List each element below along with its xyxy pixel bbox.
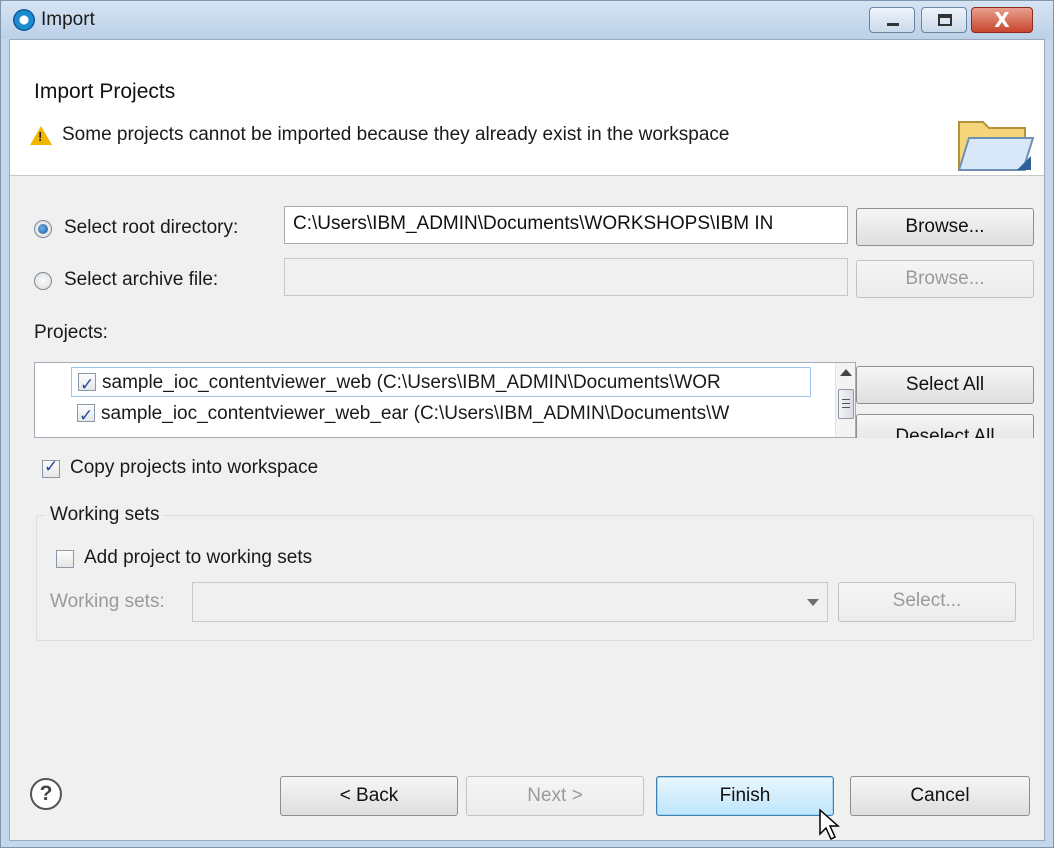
maximize-button[interactable] xyxy=(921,7,967,33)
dialog-content: Import Projects Some projects cannot be … xyxy=(9,39,1045,841)
root-directory-radio[interactable] xyxy=(34,220,52,238)
mouse-pointer-icon xyxy=(819,808,840,841)
browse-archive-button[interactable]: Browse... xyxy=(856,260,1034,298)
copy-projects-label[interactable]: Copy projects into workspace xyxy=(70,457,318,479)
select-working-sets-button[interactable]: Select... xyxy=(838,582,1016,622)
working-sets-group xyxy=(36,515,1034,641)
window-title: Import xyxy=(41,9,95,30)
warning-triangle-icon xyxy=(30,126,52,145)
project-checkbox[interactable] xyxy=(78,370,96,396)
cancel-button[interactable]: Cancel xyxy=(850,776,1030,816)
add-to-working-sets-checkbox[interactable] xyxy=(56,550,74,568)
close-icon: X xyxy=(994,8,1010,32)
minimize-button[interactable] xyxy=(869,7,915,33)
root-directory-input[interactable]: C:\Users\IBM_ADMIN\Documents\WORKSHOPS\I… xyxy=(284,206,848,244)
browse-root-button[interactable]: Browse... xyxy=(856,208,1034,246)
eclipse-app-icon xyxy=(13,9,35,31)
deselect-all-clip: Deselect All xyxy=(856,414,1034,438)
working-sets-combo[interactable] xyxy=(192,582,828,622)
working-sets-legend: Working sets xyxy=(46,504,164,526)
scroll-up-icon[interactable] xyxy=(840,369,852,376)
archive-file-input[interactable] xyxy=(284,258,848,296)
maximize-icon xyxy=(938,14,952,26)
project-label: sample_ioc_contentviewer_web_ear (C:\Use… xyxy=(101,403,730,424)
copy-projects-checkbox[interactable] xyxy=(42,457,60,478)
project-checkbox[interactable] xyxy=(77,401,95,429)
banner-message: Some projects cannot be imported because… xyxy=(62,124,730,145)
list-scrollbar[interactable] xyxy=(835,363,855,437)
chevron-down-icon xyxy=(807,599,819,606)
finish-button[interactable]: Finish xyxy=(656,776,834,816)
list-item[interactable]: sample_ioc_contentviewer_web_ear (C:\Use… xyxy=(71,399,811,429)
root-directory-label[interactable]: Select root directory: xyxy=(64,217,238,239)
import-dialog: Import X Import Projects Some projects c… xyxy=(0,0,1054,848)
minimize-icon xyxy=(887,23,899,26)
select-all-button[interactable]: Select All xyxy=(856,366,1034,404)
close-button[interactable]: X xyxy=(971,7,1033,33)
archive-file-label[interactable]: Select archive file: xyxy=(64,269,218,291)
folder-icon xyxy=(957,121,1035,171)
scroll-thumb[interactable] xyxy=(838,389,854,419)
projects-label: Projects: xyxy=(34,322,108,343)
add-to-working-sets-label[interactable]: Add project to working sets xyxy=(84,547,312,569)
title-bar[interactable]: Import X xyxy=(1,1,1053,39)
back-button[interactable]: < Back xyxy=(280,776,458,816)
projects-list[interactable]: sample_ioc_contentviewer_web (C:\Users\I… xyxy=(34,362,856,438)
deselect-all-button[interactable]: Deselect All xyxy=(856,414,1034,438)
page-title: Import Projects xyxy=(34,80,176,103)
working-sets-label: Working sets: xyxy=(50,591,165,612)
project-label: sample_ioc_contentviewer_web (C:\Users\I… xyxy=(102,372,721,393)
list-item[interactable]: sample_ioc_contentviewer_web (C:\Users\I… xyxy=(71,367,811,397)
next-button[interactable]: Next > xyxy=(466,776,644,816)
wizard-banner: Import Projects Some projects cannot be … xyxy=(10,40,1044,176)
help-icon[interactable]: ? xyxy=(30,778,62,810)
archive-file-radio[interactable] xyxy=(34,272,52,290)
